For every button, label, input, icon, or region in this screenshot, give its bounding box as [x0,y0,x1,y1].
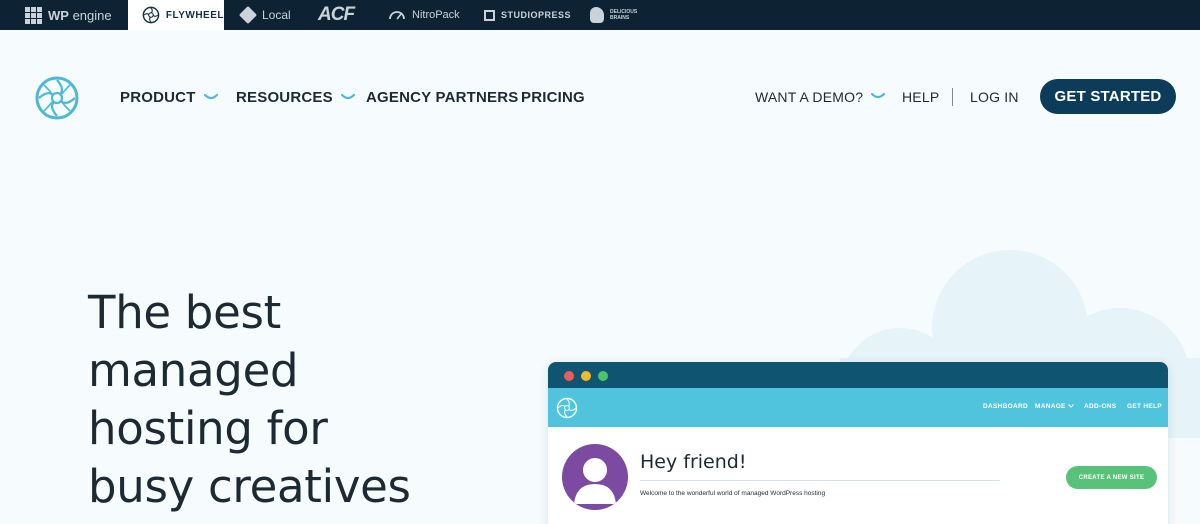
nav-resources[interactable]: RESOURCES [236,89,355,106]
nav-agency-partners[interactable]: AGENCY PARTNERS [366,89,518,106]
mock-nav-manage-label: MANAGE [1035,403,1066,410]
nav-product-label: PRODUCT [120,89,196,106]
nav-help[interactable]: HELP [902,89,939,105]
greeting-heading: Hey friend! [640,451,747,473]
avatar [562,444,628,510]
greeting-divider [640,480,1000,481]
wpengine-bold: WP [48,7,69,23]
nitropack-gauge-icon [389,11,405,20]
flywheel-label: FLYWHEEL [165,9,224,21]
nitropack-label: NitroPack [412,9,460,21]
brand-acf[interactable]: ACF [318,0,355,30]
get-started-button[interactable]: GET STARTED [1040,79,1176,114]
chevron-down-icon [203,93,218,99]
nav-resources-label: RESOURCES [236,89,333,106]
hero-headline: The best managed hosting for busy creati… [88,284,411,516]
hero-line-4: busy creatives [88,460,411,513]
chevron-down-icon [1067,404,1074,408]
flywheel-icon [142,6,160,24]
user-silhouette-icon [574,458,616,504]
create-new-site-button: CREATE A NEW SITE [1066,466,1157,489]
brand-flywheel[interactable]: FLYWHEEL [128,0,224,30]
mock-window-titlebar [548,362,1168,388]
brand-delicious-brains[interactable]: DELICIOUS BRAINS [590,0,637,30]
nav-product[interactable]: PRODUCT [120,89,218,106]
nav-login-label: LOG IN [970,89,1019,105]
brand-local[interactable]: Local [238,0,291,30]
studiopress-label: STUDIOPRESS [501,10,572,20]
local-label: Local [262,8,291,22]
nav-pricing[interactable]: PRICING [521,89,585,106]
brand-studiopress[interactable]: STUDIOPRESS [484,0,571,30]
delicious-brains-head-icon [590,7,604,23]
acf-label: ACF [318,4,355,25]
nav-pricing-label: PRICING [521,89,585,106]
mock-nav-manage: MANAGE [1035,403,1074,410]
hero-line-1: The best [88,286,281,339]
hero-line-2: managed [88,344,299,397]
delicious-line2: BRAINS [610,15,630,21]
nav-divider [952,88,953,106]
minimize-dot-icon [581,371,591,381]
brand-bar: WP engine FLYWHEEL Local ACF NitroPack S… [0,0,1200,30]
nav-want-demo[interactable]: WANT A DEMO? [755,89,886,105]
chevron-down-icon [340,93,355,99]
brand-nitropack[interactable]: NitroPack [388,0,460,30]
mock-nav-addons: ADD-ONS [1084,403,1117,410]
nav-login[interactable]: LOG IN [970,89,1019,105]
wpengine-light: engine [72,7,112,23]
nav-agency-label: AGENCY PARTNERS [366,89,519,106]
dashboard-mock-window: DASHBOARD MANAGE ADD-ONS GET HELP Hey fr… [548,362,1168,524]
welcome-text: Welcome to the wonderful world of manage… [640,490,826,497]
mock-flywheel-logo-icon [556,397,578,419]
local-cube-icon [238,5,258,25]
maximize-dot-icon [598,371,608,381]
brand-wpengine[interactable]: WP engine [25,0,112,30]
mock-nav-get-help: GET HELP [1127,403,1162,410]
studiopress-square-icon [484,9,495,21]
chevron-down-icon [871,93,886,99]
close-dot-icon [564,371,574,381]
nav-demo-label: WANT A DEMO? [755,89,864,105]
wpengine-grid-icon [25,6,42,24]
mock-nav-dashboard: DASHBOARD [983,403,1028,410]
mock-nav-bar: DASHBOARD MANAGE ADD-ONS GET HELP [548,388,1168,427]
nav-help-label: HELP [902,89,940,105]
flywheel-logo-icon[interactable] [34,75,80,121]
hero-line-3: hosting for [88,402,328,455]
